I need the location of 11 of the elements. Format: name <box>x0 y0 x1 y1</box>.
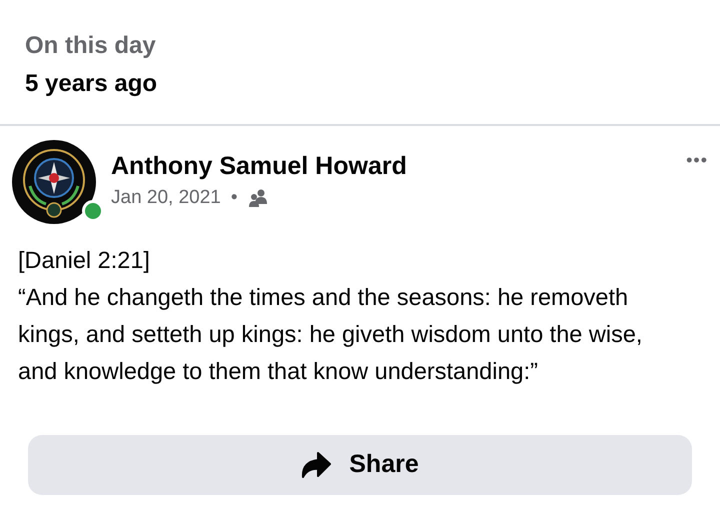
friends-icon[interactable] <box>248 189 268 207</box>
more-options-button[interactable]: ••• <box>686 140 708 171</box>
author-name[interactable]: Anthony Samuel Howard <box>111 152 672 181</box>
share-icon <box>301 452 332 478</box>
share-button[interactable]: Share <box>28 435 692 495</box>
post-reference: [Daniel 2:21] <box>18 246 151 275</box>
post-text: “And he changeth the times and the seasons: he removeth kings, and setteth up kings: he giveth wisdom unto the wise, and knowledge to them that know understanding:” <box>18 283 644 386</box>
separator-dot: • <box>230 187 238 209</box>
section-subtitle: 5 years ago <box>25 70 158 98</box>
post-date[interactable]: Jan 20, 2021 <box>111 187 221 209</box>
section-title: On this day <box>25 32 157 60</box>
